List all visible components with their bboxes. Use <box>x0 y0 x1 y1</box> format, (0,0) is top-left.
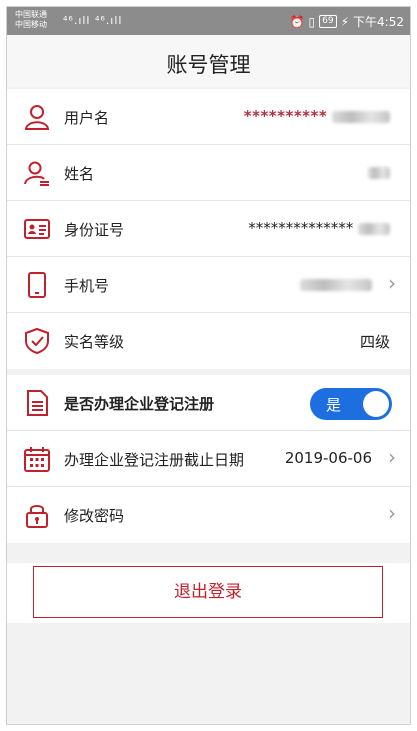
verification-level-value: 四级 <box>359 333 390 351</box>
phone-value <box>300 275 372 293</box>
chevron-right-icon: › <box>388 501 396 525</box>
page-title: 账号管理 <box>166 53 251 77</box>
phone-icon <box>28 272 46 298</box>
registration-deadline-label: 办理企业登记注册截止日期 <box>64 451 245 469</box>
carrier-labels: 中国联通 中国移动 <box>15 10 47 30</box>
change-password-label: 修改密码 <box>64 507 125 525</box>
name-value <box>368 163 390 181</box>
person-edit-icon <box>24 161 49 186</box>
document-icon <box>27 390 48 416</box>
chevron-right-icon: › <box>388 445 396 469</box>
vibrate-icon: ▯ <box>308 14 316 29</box>
phone-label: 手机号 <box>64 277 110 295</box>
status-time: 下午4:52 <box>353 15 404 29</box>
settings-group: 是否办理企业登记注册 是 办理企业登记注册截止日期 2019-06-06 › 修… <box>7 375 410 543</box>
id-card-icon <box>24 219 50 239</box>
registration-deadline-value: 2019-06-06 <box>284 449 372 467</box>
logout-button[interactable]: 退出登录 <box>33 566 383 618</box>
registration-deadline-row[interactable]: 办理企业登记注册截止日期 2019-06-06 › <box>7 431 410 487</box>
battery-level: 69 <box>319 15 337 28</box>
status-right: ⏰ ▯ 69 ⚡ 下午4:52 <box>290 13 404 30</box>
shield-check-icon <box>25 327 49 355</box>
verification-level-row: 实名等级 四级 <box>7 313 410 369</box>
name-label: 姓名 <box>64 165 95 183</box>
lock-icon <box>26 505 48 528</box>
status-bar: 中国联通 中国移动 ⁴⁶.ıll ⁴⁶.ıll ⏰ ▯ 69 ⚡ 下午4:52 <box>7 7 410 35</box>
calendar-icon <box>24 447 50 472</box>
signal-icon: ⁴⁶.ıll ⁴⁶.ıll <box>63 14 123 27</box>
carrier-1: 中国联通 <box>15 10 47 19</box>
username-label: 用户名 <box>64 109 110 127</box>
toggle-knob <box>363 391 389 417</box>
name-row: 姓名 <box>7 145 410 201</box>
carrier-2: 中国移动 <box>15 20 47 29</box>
id-number-row: 身份证号 ************** <box>7 201 410 257</box>
username-row: 用户名 ********** <box>7 89 410 145</box>
enterprise-registration-label: 是否办理企业登记注册 <box>64 395 215 413</box>
app-frame: 中国联通 中国移动 ⁴⁶.ıll ⁴⁶.ıll ⏰ ▯ 69 ⚡ 下午4:52 … <box>6 6 411 725</box>
alarm-icon: ⏰ <box>289 14 305 29</box>
id-number-value: ************** <box>248 219 390 237</box>
user-icon <box>24 105 50 130</box>
change-password-row[interactable]: 修改密码 › <box>7 487 410 543</box>
nav-bar: 账号管理 <box>7 35 410 87</box>
chevron-right-icon: › <box>388 271 396 295</box>
username-value: ********** <box>244 107 390 125</box>
enterprise-registration-row: 是否办理企业登记注册 是 <box>7 375 410 431</box>
enterprise-registration-toggle[interactable]: 是 <box>310 388 392 420</box>
account-info-group: 用户名 ********** 姓名 身份证号 ************** 手机… <box>7 89 410 369</box>
verification-level-label: 实名等级 <box>64 333 125 351</box>
id-number-label: 身份证号 <box>64 221 125 239</box>
phone-row[interactable]: 手机号 › <box>7 257 410 313</box>
charging-icon: ⚡ <box>340 14 350 29</box>
logout-section: 退出登录 <box>7 563 410 623</box>
toggle-label: 是 <box>326 396 342 414</box>
